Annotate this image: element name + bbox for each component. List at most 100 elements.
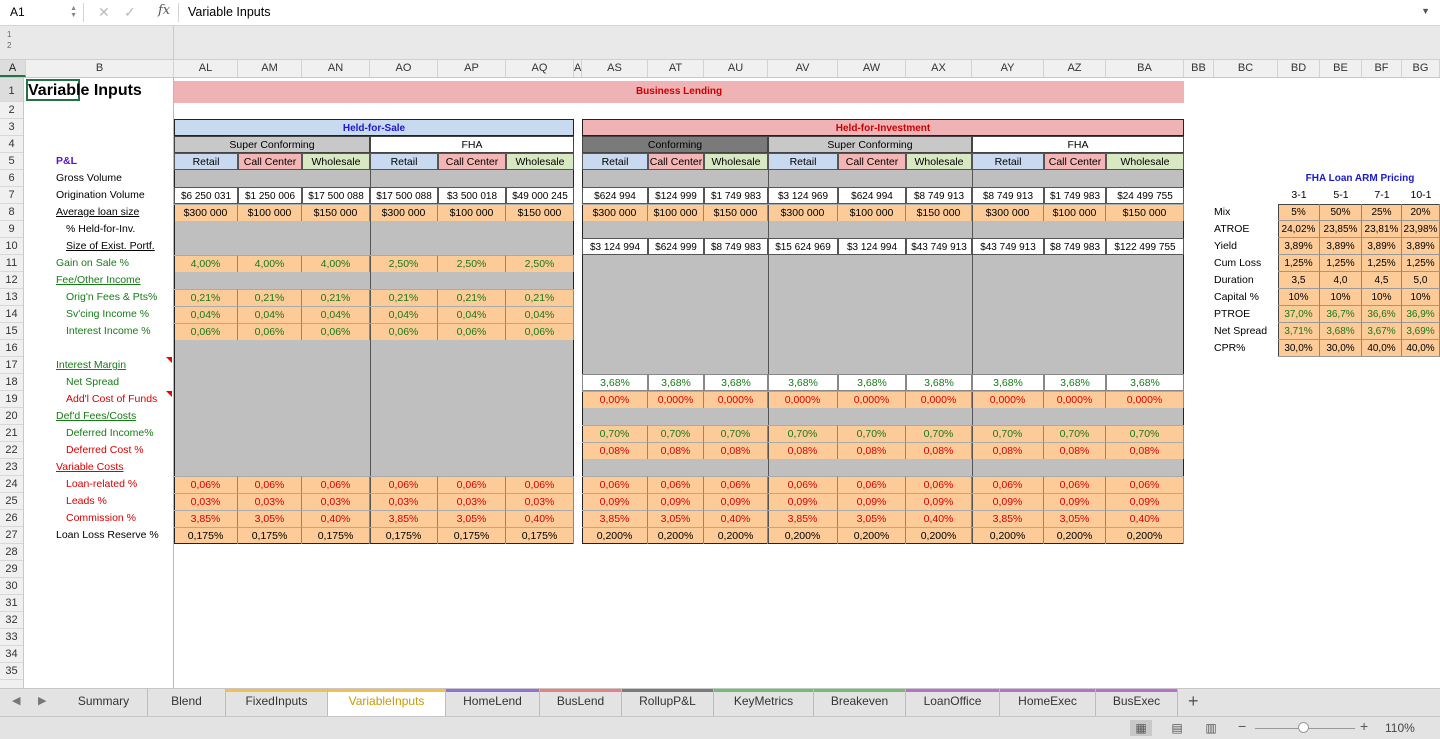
value-cell[interactable]: 0,000% bbox=[704, 391, 768, 408]
channel-header[interactable]: Wholesale bbox=[1106, 153, 1184, 170]
arm-value-cell[interactable]: 3,89% bbox=[1402, 238, 1440, 255]
value-cell[interactable]: 0,06% bbox=[238, 476, 302, 493]
hfi-conforming-header[interactable]: Conforming bbox=[582, 136, 768, 153]
value-cell[interactable]: $300 000 bbox=[582, 204, 648, 221]
value-cell[interactable]: 0,200% bbox=[648, 527, 704, 544]
value-cell[interactable]: 3,05% bbox=[648, 510, 704, 527]
value-cell[interactable]: 0,06% bbox=[1106, 476, 1184, 493]
sheet-title[interactable]: Variable Inputs bbox=[28, 78, 142, 102]
arm-value-cell[interactable]: 10% bbox=[1402, 289, 1440, 306]
value-cell[interactable]: 0,200% bbox=[582, 527, 648, 544]
page-layout-view-icon[interactable]: ▤ bbox=[1166, 720, 1188, 736]
value-cell[interactable]: 0,70% bbox=[1044, 425, 1106, 442]
column-header[interactable]: A bbox=[0, 60, 26, 77]
row-header[interactable]: 33 bbox=[0, 629, 23, 646]
sheet-tab[interactable]: Summary bbox=[60, 689, 148, 716]
column-header[interactable]: AY bbox=[972, 60, 1044, 77]
row-header[interactable]: 10 bbox=[0, 238, 23, 255]
value-cell[interactable]: 0,06% bbox=[174, 476, 238, 493]
comment-indicator-icon[interactable] bbox=[166, 391, 172, 397]
value-cell[interactable]: 0,175% bbox=[302, 527, 370, 544]
row-label-pl[interactable]: P&L bbox=[56, 153, 172, 170]
row-label-loan-related[interactable]: Loan-related % bbox=[66, 476, 172, 493]
row-header[interactable]: 31 bbox=[0, 595, 23, 612]
value-cell[interactable]: 0,40% bbox=[302, 510, 370, 527]
value-cell[interactable]: 0,21% bbox=[174, 289, 238, 306]
arm-term-header[interactable]: 7-1 bbox=[1362, 187, 1402, 204]
row-label-defd-fees[interactable]: Def'd Fees/Costs bbox=[56, 408, 172, 425]
column-header[interactable]: AO bbox=[370, 60, 438, 77]
value-cell[interactable]: $300 000 bbox=[370, 204, 438, 221]
formula-input[interactable]: Variable Inputs bbox=[188, 5, 270, 19]
comment-indicator-icon[interactable] bbox=[166, 357, 172, 363]
row-header[interactable]: 13 bbox=[0, 289, 23, 306]
value-cell[interactable]: 0,000% bbox=[972, 391, 1044, 408]
channel-header[interactable]: Call Center bbox=[648, 153, 704, 170]
value-cell[interactable]: $122 499 755 bbox=[1106, 238, 1184, 255]
value-cell[interactable]: 0,40% bbox=[1106, 510, 1184, 527]
value-cell[interactable]: 3,68% bbox=[1044, 374, 1106, 391]
value-cell[interactable]: 0,06% bbox=[370, 476, 438, 493]
value-cell[interactable]: $100 000 bbox=[648, 204, 704, 221]
arm-value-cell[interactable]: 23,81% bbox=[1362, 221, 1402, 238]
page-break-view-icon[interactable]: ▥ bbox=[1200, 720, 1222, 736]
sheet-tab[interactable]: FixedInputs bbox=[226, 689, 328, 716]
channel-header[interactable]: Call Center bbox=[238, 153, 302, 170]
held-for-sale-header[interactable]: Held-for-Sale bbox=[174, 119, 574, 136]
value-cell[interactable]: 2,50% bbox=[370, 255, 438, 272]
value-cell[interactable]: 3,85% bbox=[972, 510, 1044, 527]
outline-level-1[interactable]: 1 bbox=[7, 30, 11, 39]
column-header[interactable]: AM bbox=[238, 60, 302, 77]
value-cell[interactable]: 3,85% bbox=[582, 510, 648, 527]
outline-level-2[interactable]: 2 bbox=[7, 41, 11, 50]
value-cell[interactable]: 0,08% bbox=[648, 442, 704, 459]
value-cell[interactable]: $3 124 994 bbox=[582, 238, 648, 255]
row-label-orig-fees[interactable]: Orig'n Fees & Pts% bbox=[66, 289, 172, 306]
value-cell[interactable]: 0,08% bbox=[972, 442, 1044, 459]
value-cell[interactable]: 0,175% bbox=[174, 527, 238, 544]
zoom-slider-thumb[interactable] bbox=[1298, 722, 1309, 733]
value-cell[interactable]: 3,68% bbox=[906, 374, 972, 391]
arm-value-cell[interactable]: 1,25% bbox=[1362, 255, 1402, 272]
value-cell[interactable]: $8 749 983 bbox=[704, 238, 768, 255]
value-cell[interactable]: 4,00% bbox=[302, 255, 370, 272]
arm-value-cell[interactable]: 24,02% bbox=[1278, 221, 1320, 238]
arm-value-cell[interactable]: 30,0% bbox=[1320, 340, 1362, 357]
arm-value-cell[interactable]: 10% bbox=[1362, 289, 1402, 306]
value-cell[interactable]: 0,09% bbox=[648, 493, 704, 510]
value-cell[interactable]: 0,40% bbox=[506, 510, 574, 527]
column-header[interactable]: BG bbox=[1402, 60, 1440, 77]
value-cell[interactable]: 2,50% bbox=[506, 255, 574, 272]
row-header[interactable]: 3 bbox=[0, 119, 23, 136]
row-label-int-margin[interactable]: Interest Margin bbox=[56, 357, 172, 374]
channel-header[interactable]: Retail bbox=[768, 153, 838, 170]
value-cell[interactable]: 0,40% bbox=[704, 510, 768, 527]
value-cell[interactable]: 0,04% bbox=[370, 306, 438, 323]
channel-header[interactable]: Retail bbox=[174, 153, 238, 170]
add-sheet-icon[interactable]: + bbox=[1188, 691, 1199, 712]
arm-row-label[interactable]: CPR% bbox=[1214, 340, 1278, 357]
value-cell[interactable]: $6 250 031 bbox=[174, 187, 238, 204]
held-for-investment-header[interactable]: Held-for-Investment bbox=[582, 119, 1184, 136]
name-box[interactable]: A1 ▲ ▼ bbox=[2, 3, 84, 22]
value-cell[interactable]: 3,85% bbox=[768, 510, 838, 527]
arm-value-cell[interactable]: 4,0 bbox=[1320, 272, 1362, 289]
value-cell[interactable]: $100 000 bbox=[238, 204, 302, 221]
value-cell[interactable]: $624 999 bbox=[648, 238, 704, 255]
value-cell[interactable]: 0,04% bbox=[302, 306, 370, 323]
channel-header[interactable]: Wholesale bbox=[302, 153, 370, 170]
value-cell[interactable]: $300 000 bbox=[768, 204, 838, 221]
row-header[interactable]: 12 bbox=[0, 272, 23, 289]
arm-value-cell[interactable]: 30,0% bbox=[1278, 340, 1320, 357]
value-cell[interactable]: 3,05% bbox=[838, 510, 906, 527]
channel-header[interactable]: Wholesale bbox=[506, 153, 574, 170]
value-cell[interactable]: $3 124 994 bbox=[838, 238, 906, 255]
value-cell[interactable]: 3,68% bbox=[972, 374, 1044, 391]
value-cell[interactable]: $8 749 913 bbox=[972, 187, 1044, 204]
value-cell[interactable]: $300 000 bbox=[972, 204, 1044, 221]
column-header[interactable]: BD bbox=[1278, 60, 1320, 77]
channel-header[interactable]: Retail bbox=[370, 153, 438, 170]
row-header[interactable]: 6 bbox=[0, 170, 23, 187]
value-cell[interactable]: 0,03% bbox=[438, 493, 506, 510]
value-cell[interactable]: $1 749 983 bbox=[1044, 187, 1106, 204]
